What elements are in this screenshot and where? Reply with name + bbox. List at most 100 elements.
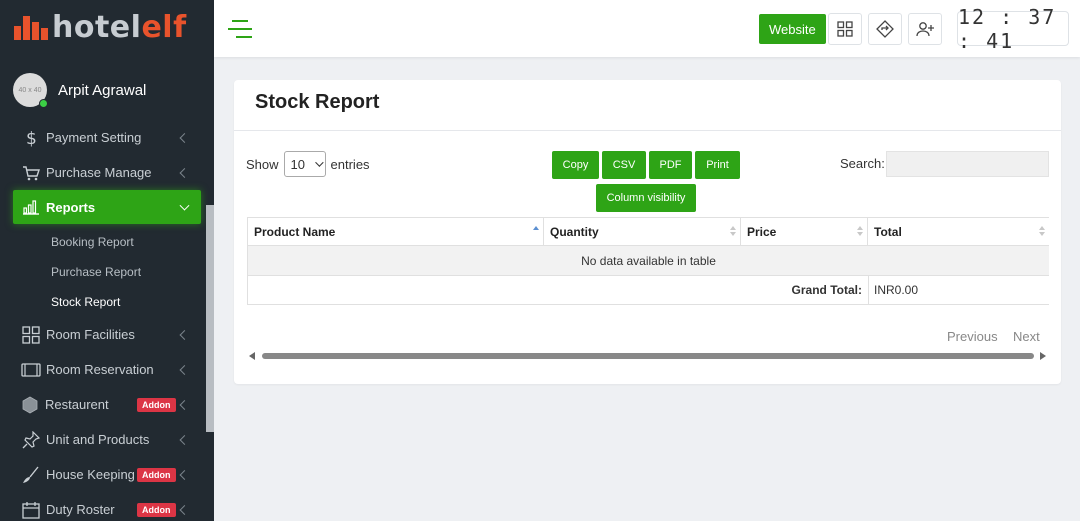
page-length-value: 10 [290,156,305,172]
addon-badge: Addon [137,467,176,482]
pagination-previous[interactable]: Previous [947,329,998,344]
avatar-placeholder-text: 40 x 40 [18,86,42,94]
grid-icon [21,325,41,345]
sort-icon [730,226,736,236]
show-label: Show [246,156,279,172]
brand-logo[interactable]: hotelelf [14,9,187,45]
logo-mark-icon [14,14,48,40]
sidebar-subitem-purchase-report[interactable]: Purchase Report [0,257,214,287]
column-label: Quantity [550,224,599,239]
search-input[interactable] [886,151,1049,177]
diamond-direction-icon[interactable] [868,13,902,45]
grand-total-label: Grand Total: [248,276,869,304]
sidebar: hotelelf 40 x 40 Arpit Agrawal $ Payment… [0,0,214,521]
sidebar-item-label: Unit and Products [46,432,150,447]
film-icon [21,360,41,380]
column-label: Product Name [254,224,336,239]
page-length-select[interactable]: 10 [283,151,326,177]
csv-button[interactable]: CSV [602,151,646,179]
chevron-left-icon [179,434,190,445]
add-user-icon[interactable] [908,13,942,45]
broom-icon [21,465,41,485]
stock-table: Product Name Quantity Price Total No dat… [247,217,1049,305]
apps-grid-icon[interactable] [828,13,862,45]
sidebar-item-duty-roster[interactable]: Duty Roster Addon [0,492,214,521]
sidebar-item-room-reservation[interactable]: Room Reservation [0,352,214,387]
search-label: Search: [840,156,885,171]
table-header: Product Name Quantity Price Total [247,217,1049,246]
chevron-left-icon [179,399,190,410]
column-visibility-button[interactable]: Column visibility [596,184,696,212]
stock-report-card: Stock Report Show 10 entries Copy CSV PD… [234,80,1061,384]
svg-text:$: $ [26,129,37,147]
sidebar-item-unit-and-products[interactable]: Unit and Products [0,422,214,457]
pdf-button[interactable]: PDF [649,151,692,179]
brand-name: hotelelf [52,9,187,45]
sidebar-item-purchase-manage[interactable]: Purchase Manage [0,155,214,190]
sidebar-item-label: Room Reservation [46,362,154,377]
chevron-left-icon [179,469,190,480]
column-header-total[interactable]: Total [867,218,1049,245]
table-footer: Grand Total: INR0.00 [247,275,1049,305]
sidebar-item-payment-setting[interactable]: $ Payment Setting [0,120,214,155]
column-header-quantity[interactable]: Quantity [543,218,740,245]
online-status-icon [39,99,48,108]
sidebar-item-restaurent[interactable]: Restaurent Addon [0,387,214,422]
calendar-icon [21,500,41,520]
column-header-product-name[interactable]: Product Name [247,218,543,245]
scrollbar-thumb[interactable] [262,353,1034,359]
user-profile[interactable]: 40 x 40 Arpit Agrawal [13,73,147,108]
column-label: Price [747,224,777,239]
pagination-next[interactable]: Next [1013,329,1040,344]
sort-icon [857,226,863,236]
sidebar-item-label: Reports [46,199,96,215]
sidebar-item-label: Duty Roster [46,502,115,517]
grand-total-value: INR0.00 [874,283,919,297]
digital-clock: 12 : 37 : 41 [957,5,1069,53]
website-button[interactable]: Website [759,14,826,44]
print-button[interactable]: Print [695,151,740,179]
sidebar-subitem-booking-report[interactable]: Booking Report [0,227,214,257]
sidebar-subitem-stock-report[interactable]: Stock Report [0,287,214,317]
chevron-left-icon [179,132,190,143]
pin-icon [21,430,41,450]
user-name: Arpit Agrawal [58,81,147,99]
sidebar-item-label: Purchase Manage [46,165,152,180]
divider [234,130,1061,131]
column-label: Total [874,224,902,239]
chevron-left-icon [179,329,190,340]
chevron-down-icon [179,200,190,211]
scroll-right-icon[interactable] [1040,352,1046,360]
show-entries-control: Show 10 entries [246,151,370,177]
sidebar-item-reports[interactable]: Reports [13,190,201,224]
page-title: Stock Report [255,91,380,113]
dollar-icon: $ [21,128,41,148]
bar-chart-icon [21,197,41,217]
menu-toggle-icon[interactable] [228,20,252,44]
chevron-left-icon [179,364,190,375]
topbar: Website 12 : 37 : 41 [214,0,1080,57]
sidebar-menu: $ Payment Setting Purchase Manage Report… [0,120,214,521]
entries-label: entries [330,156,370,172]
sort-ascending-icon [533,226,539,236]
empty-table-row: No data available in table [247,246,1049,275]
column-header-price[interactable]: Price [740,218,867,245]
addon-badge: Addon [137,502,176,517]
copy-button[interactable]: Copy [552,151,599,179]
scroll-left-icon[interactable] [249,352,255,360]
sidebar-item-label: Restaurent [45,397,109,412]
sort-icon [1039,226,1045,236]
sidebar-item-label: Payment Setting [46,130,142,145]
avatar: 40 x 40 [13,73,48,108]
sidebar-scrollbar[interactable] [206,205,214,432]
chevron-left-icon [179,167,190,178]
hexagon-icon [20,395,40,415]
sidebar-item-label: House Keeping [46,467,135,482]
horizontal-scrollbar[interactable] [247,351,1049,361]
sidebar-item-label: Room Facilities [46,327,135,342]
cart-icon [21,163,41,183]
chevron-down-icon [314,158,324,167]
sidebar-item-house-keeping[interactable]: House Keeping Addon [0,457,214,492]
sidebar-item-room-facilities[interactable]: Room Facilities [0,317,214,352]
chevron-left-icon [179,504,190,515]
